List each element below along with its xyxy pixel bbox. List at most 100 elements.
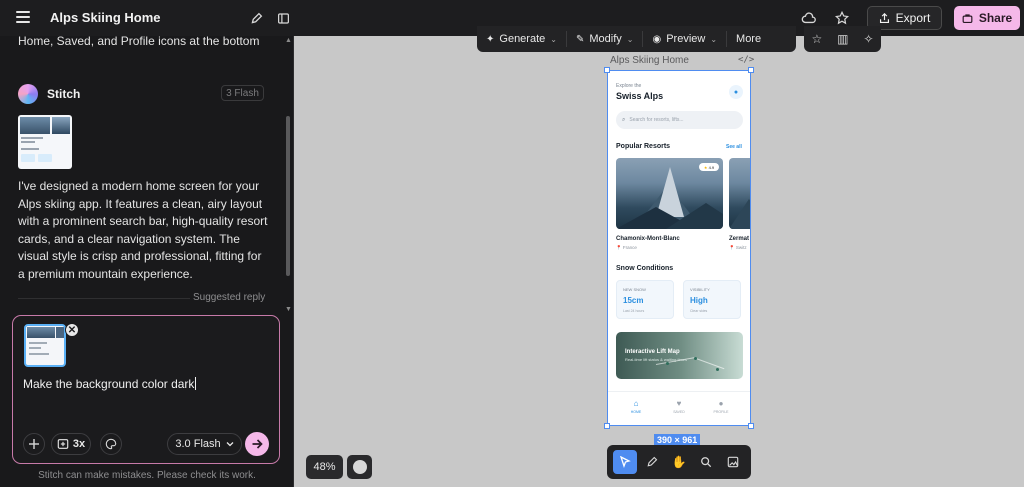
prompt-input[interactable]: Make the background color dark bbox=[23, 377, 197, 391]
cursor-icon bbox=[619, 456, 631, 468]
variants-button[interactable]: 3x bbox=[51, 433, 91, 455]
lift-map-card[interactable]: Interactive Lift Map Real-time lift stat… bbox=[616, 332, 743, 379]
preview-menu[interactable]: ◉ Preview ⌄ bbox=[643, 31, 728, 47]
image-add-icon bbox=[728, 456, 739, 468]
map-title: Interactive Lift Map bbox=[625, 349, 680, 355]
condition-card: NEW SNOW 15cm Last 24 hours bbox=[616, 280, 674, 319]
message-line: cards, and a clear navigation system. Th… bbox=[18, 231, 240, 246]
export-icon bbox=[879, 12, 889, 23]
resize-handle[interactable] bbox=[604, 67, 610, 73]
chat-scrollbar[interactable] bbox=[286, 116, 290, 276]
star-icon[interactable] bbox=[833, 9, 851, 27]
more-menu[interactable]: More bbox=[727, 31, 770, 47]
remove-attachment-icon[interactable]: ✕ bbox=[65, 323, 79, 337]
resize-handle[interactable] bbox=[604, 423, 610, 429]
resort-name: Chamonix-Mont-Blanc bbox=[616, 236, 680, 242]
model-select[interactable]: 3.0 Flash bbox=[167, 433, 242, 455]
resort-country-value: Switz bbox=[735, 245, 747, 250]
screen-title: Swiss Alps bbox=[616, 91, 664, 101]
nav-home[interactable]: ⌂ HOME bbox=[624, 399, 648, 414]
draw-tool[interactable] bbox=[640, 450, 664, 474]
message-line: a premium mountain experience. bbox=[18, 266, 193, 281]
map-subtitle: Real-time lift status & waiting times bbox=[625, 357, 688, 362]
bell-icon[interactable]: ● bbox=[729, 85, 743, 99]
panel-toggle-icon[interactable] bbox=[274, 9, 292, 27]
nav-label: PROFILE bbox=[713, 410, 729, 414]
attached-screen-thumbnail[interactable] bbox=[24, 324, 66, 367]
conditions-heading: Snow Conditions bbox=[616, 265, 674, 272]
pan-tool[interactable]: ✋ bbox=[667, 450, 691, 474]
see-all-link[interactable]: See all bbox=[726, 144, 742, 150]
star-icon: ★ bbox=[703, 164, 708, 170]
search-placeholder: Search for resorts, lifts... bbox=[629, 117, 684, 123]
composer: ✕ Make the background color dark 3x 3.0 … bbox=[12, 315, 280, 464]
image-tool[interactable] bbox=[721, 450, 745, 474]
palette-icon bbox=[105, 438, 117, 450]
appearance-button[interactable] bbox=[347, 455, 372, 479]
home-icon: ⌂ bbox=[633, 399, 639, 408]
nav-label: HOME bbox=[630, 410, 642, 414]
model-badge: 3 Flash bbox=[221, 85, 264, 101]
select-tool[interactable] bbox=[612, 450, 637, 474]
preview-label: Preview bbox=[666, 33, 706, 45]
code-icon[interactable]: </> bbox=[738, 55, 754, 65]
resort-country: 📍 France bbox=[616, 245, 637, 250]
canvas-toolbar: ✦ Generate ⌄ ✎ Modify ⌄ ◉ Preview ⌄ More bbox=[477, 26, 796, 52]
heart-icon: ♥ bbox=[676, 399, 682, 408]
profile-icon: ● bbox=[718, 399, 724, 408]
generate-label: Generate bbox=[499, 33, 546, 45]
popular-heading: Popular Resorts bbox=[616, 143, 671, 150]
disclaimer: Stitch can make mistakes. Please check i… bbox=[38, 470, 256, 481]
message-line: with a prominent search bar, high-qualit… bbox=[18, 214, 268, 228]
zoom-tool[interactable] bbox=[694, 450, 718, 474]
chevron-down-icon bbox=[226, 442, 234, 447]
modify-label: Modify bbox=[589, 33, 622, 45]
resort-card-image[interactable] bbox=[729, 158, 750, 229]
scroll-up-arrow[interactable]: ▲ bbox=[285, 37, 292, 44]
resize-handle[interactable] bbox=[748, 67, 754, 73]
condition-sub: Last 24 hours bbox=[623, 309, 645, 313]
message-line: visual style is crisp and professional, … bbox=[18, 249, 262, 263]
resize-handle[interactable] bbox=[748, 423, 754, 429]
scroll-down-arrow[interactable]: ▼ bbox=[285, 306, 292, 313]
add-button[interactable] bbox=[23, 433, 45, 455]
send-button[interactable] bbox=[245, 432, 269, 456]
more-label: More bbox=[736, 33, 762, 45]
divider bbox=[18, 298, 190, 299]
bottom-nav: ⌂ HOME ♥ SAVED ● PROFILE bbox=[608, 391, 750, 425]
design-thumbnail[interactable] bbox=[18, 115, 72, 169]
feedback-icon[interactable]: ✧ bbox=[863, 32, 873, 46]
rating-badge: ★ 4.9 bbox=[699, 163, 719, 171]
suggested-reply-label[interactable]: Suggested reply bbox=[193, 292, 265, 303]
message-line: I've designed a modern home screen for y… bbox=[18, 179, 260, 193]
share-icon bbox=[962, 13, 973, 23]
resort-name: Zermat bbox=[729, 236, 750, 242]
condition-card: VISIBILITY High Clear skies bbox=[683, 280, 741, 319]
cloud-icon[interactable] bbox=[800, 9, 818, 27]
resort-country-value: France bbox=[622, 245, 637, 250]
canvas-tools: ✋ bbox=[607, 445, 751, 479]
pencil-icon bbox=[647, 456, 658, 467]
theme-palette-button[interactable] bbox=[100, 433, 122, 455]
zoom-level[interactable]: 48% bbox=[306, 455, 343, 479]
modify-menu[interactable]: ✎ Modify ⌄ bbox=[567, 31, 644, 47]
menu-icon[interactable] bbox=[16, 11, 30, 23]
favorite-icon[interactable]: ☆ bbox=[811, 32, 822, 46]
layout-icon[interactable]: ▥ bbox=[837, 32, 848, 46]
rating-value: 4.9 bbox=[708, 164, 715, 170]
nav-saved[interactable]: ♥ SAVED bbox=[667, 399, 691, 414]
prompt-input-value: Make the background color dark bbox=[23, 377, 195, 391]
previous-message-tail: Home, Saved, and Profile icons at the bo… bbox=[18, 34, 260, 48]
search-bar[interactable]: ⌕ Search for resorts, lifts... bbox=[616, 111, 743, 129]
share-label: Share bbox=[978, 11, 1013, 25]
share-button[interactable]: Share bbox=[954, 6, 1020, 30]
design-frame[interactable]: Explore the Swiss Alps ● ⌕ Search for re… bbox=[607, 70, 751, 426]
nav-profile[interactable]: ● PROFILE bbox=[709, 399, 733, 414]
plus-icon bbox=[29, 439, 39, 449]
chevron-down-icon: ⌄ bbox=[626, 34, 634, 44]
condition-label: NEW SNOW bbox=[623, 287, 646, 292]
stitch-logo-icon bbox=[18, 84, 38, 104]
project-title: Alps Skiing Home bbox=[50, 10, 161, 25]
generate-menu[interactable]: ✦ Generate ⌄ bbox=[477, 31, 567, 47]
edit-pencil-icon[interactable] bbox=[247, 9, 265, 27]
